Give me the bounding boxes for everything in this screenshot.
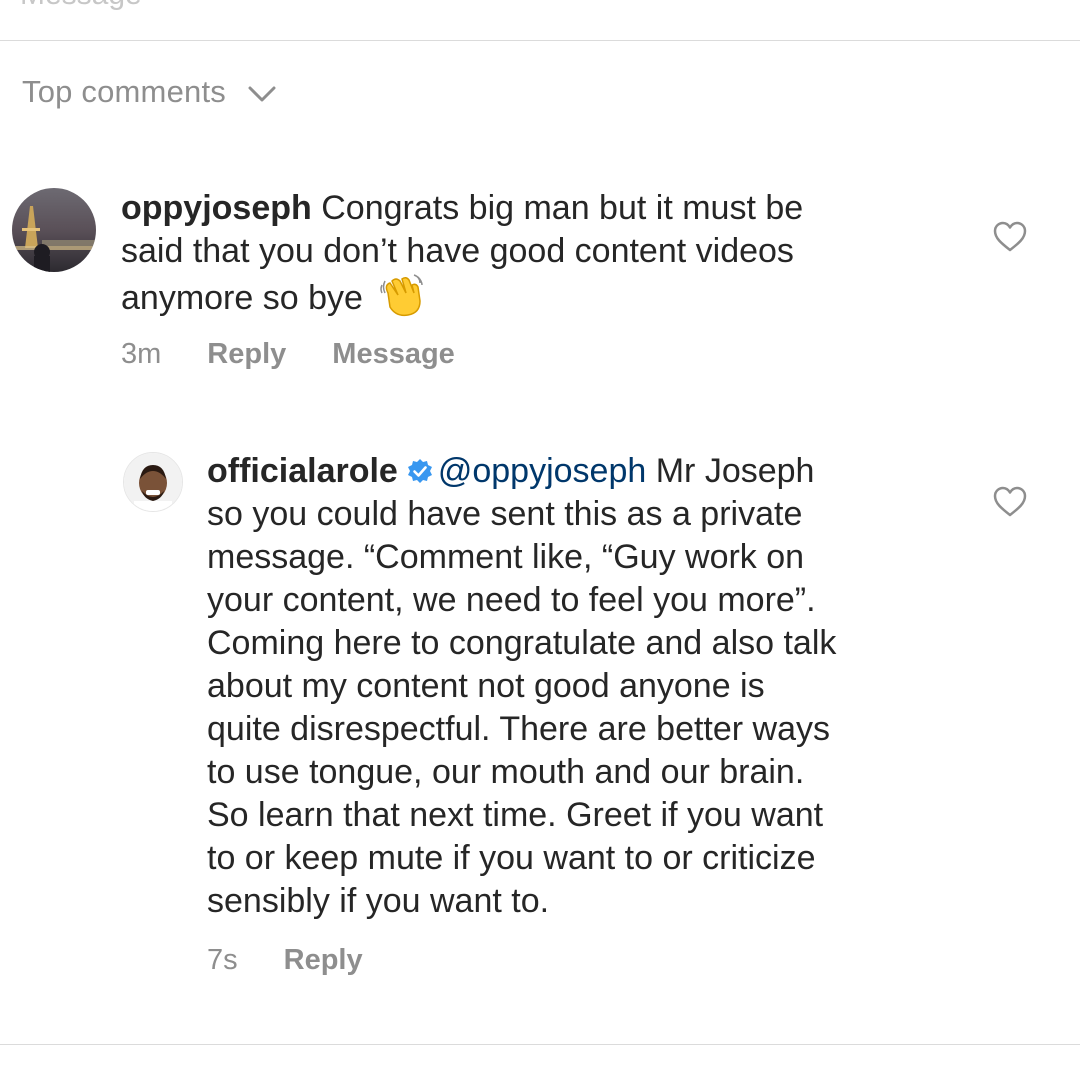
- comment-line: So learn that next time. Greet if you wa…: [207, 796, 824, 834]
- mention-link[interactable]: @oppyjoseph: [438, 452, 646, 490]
- comment-line: quite disrespectful. There are better wa…: [207, 710, 831, 748]
- message-button[interactable]: Message: [332, 338, 455, 371]
- comment-text: officialarole @oppyjoseph Mr Joseph so y…: [207, 450, 1007, 923]
- comment-line: said that you don’t have good content vi…: [121, 232, 794, 270]
- cut-off-message-label: Message: [20, 0, 142, 12]
- comment-line: Congrats big man but it must be: [321, 189, 804, 227]
- comment-line: so you could have sent this as a private: [207, 495, 803, 533]
- comment-meta: 7s Reply: [207, 944, 363, 977]
- comment-line: Coming here to congratulate and also tal…: [207, 624, 837, 662]
- avatar[interactable]: [12, 188, 96, 272]
- bottom-divider: [0, 1044, 1080, 1045]
- sort-comments-dropdown[interactable]: Top comments: [22, 74, 276, 110]
- comment-line: to or keep mute if you want to or critic…: [207, 839, 816, 877]
- comment-line: anymore so bye: [121, 279, 363, 317]
- comment-meta: 3m Reply Message: [121, 338, 455, 371]
- like-heart-icon[interactable]: [993, 221, 1027, 253]
- waving-hand-emoji-icon: [380, 274, 424, 317]
- avatar[interactable]: [123, 452, 183, 512]
- verified-badge-icon: [407, 459, 432, 483]
- comment-time: 3m: [121, 338, 162, 370]
- reply-button[interactable]: Reply: [284, 944, 363, 977]
- like-heart-icon[interactable]: [993, 486, 1027, 518]
- comment-time: 7s: [207, 944, 238, 976]
- comment-line: your content, we need to feel you more”.: [207, 581, 816, 619]
- top-divider: [0, 40, 1080, 41]
- chevron-down-icon: [248, 86, 276, 102]
- sort-label: Top comments: [22, 74, 226, 109]
- comment-line: to use tongue, our mouth and our brain.: [207, 753, 805, 791]
- comment-line: sensibly if you want to.: [207, 882, 550, 920]
- username[interactable]: oppyjoseph: [121, 189, 312, 227]
- comment-text: oppyjoseph Congrats big man but it must …: [121, 187, 941, 320]
- comment-line: message. “Comment like, “Guy work on: [207, 538, 805, 576]
- username[interactable]: officialarole: [207, 452, 398, 490]
- comment-line: Mr Joseph: [655, 452, 815, 490]
- comment-line: about my content not good anyone is: [207, 667, 765, 705]
- reply-button[interactable]: Reply: [207, 338, 286, 371]
